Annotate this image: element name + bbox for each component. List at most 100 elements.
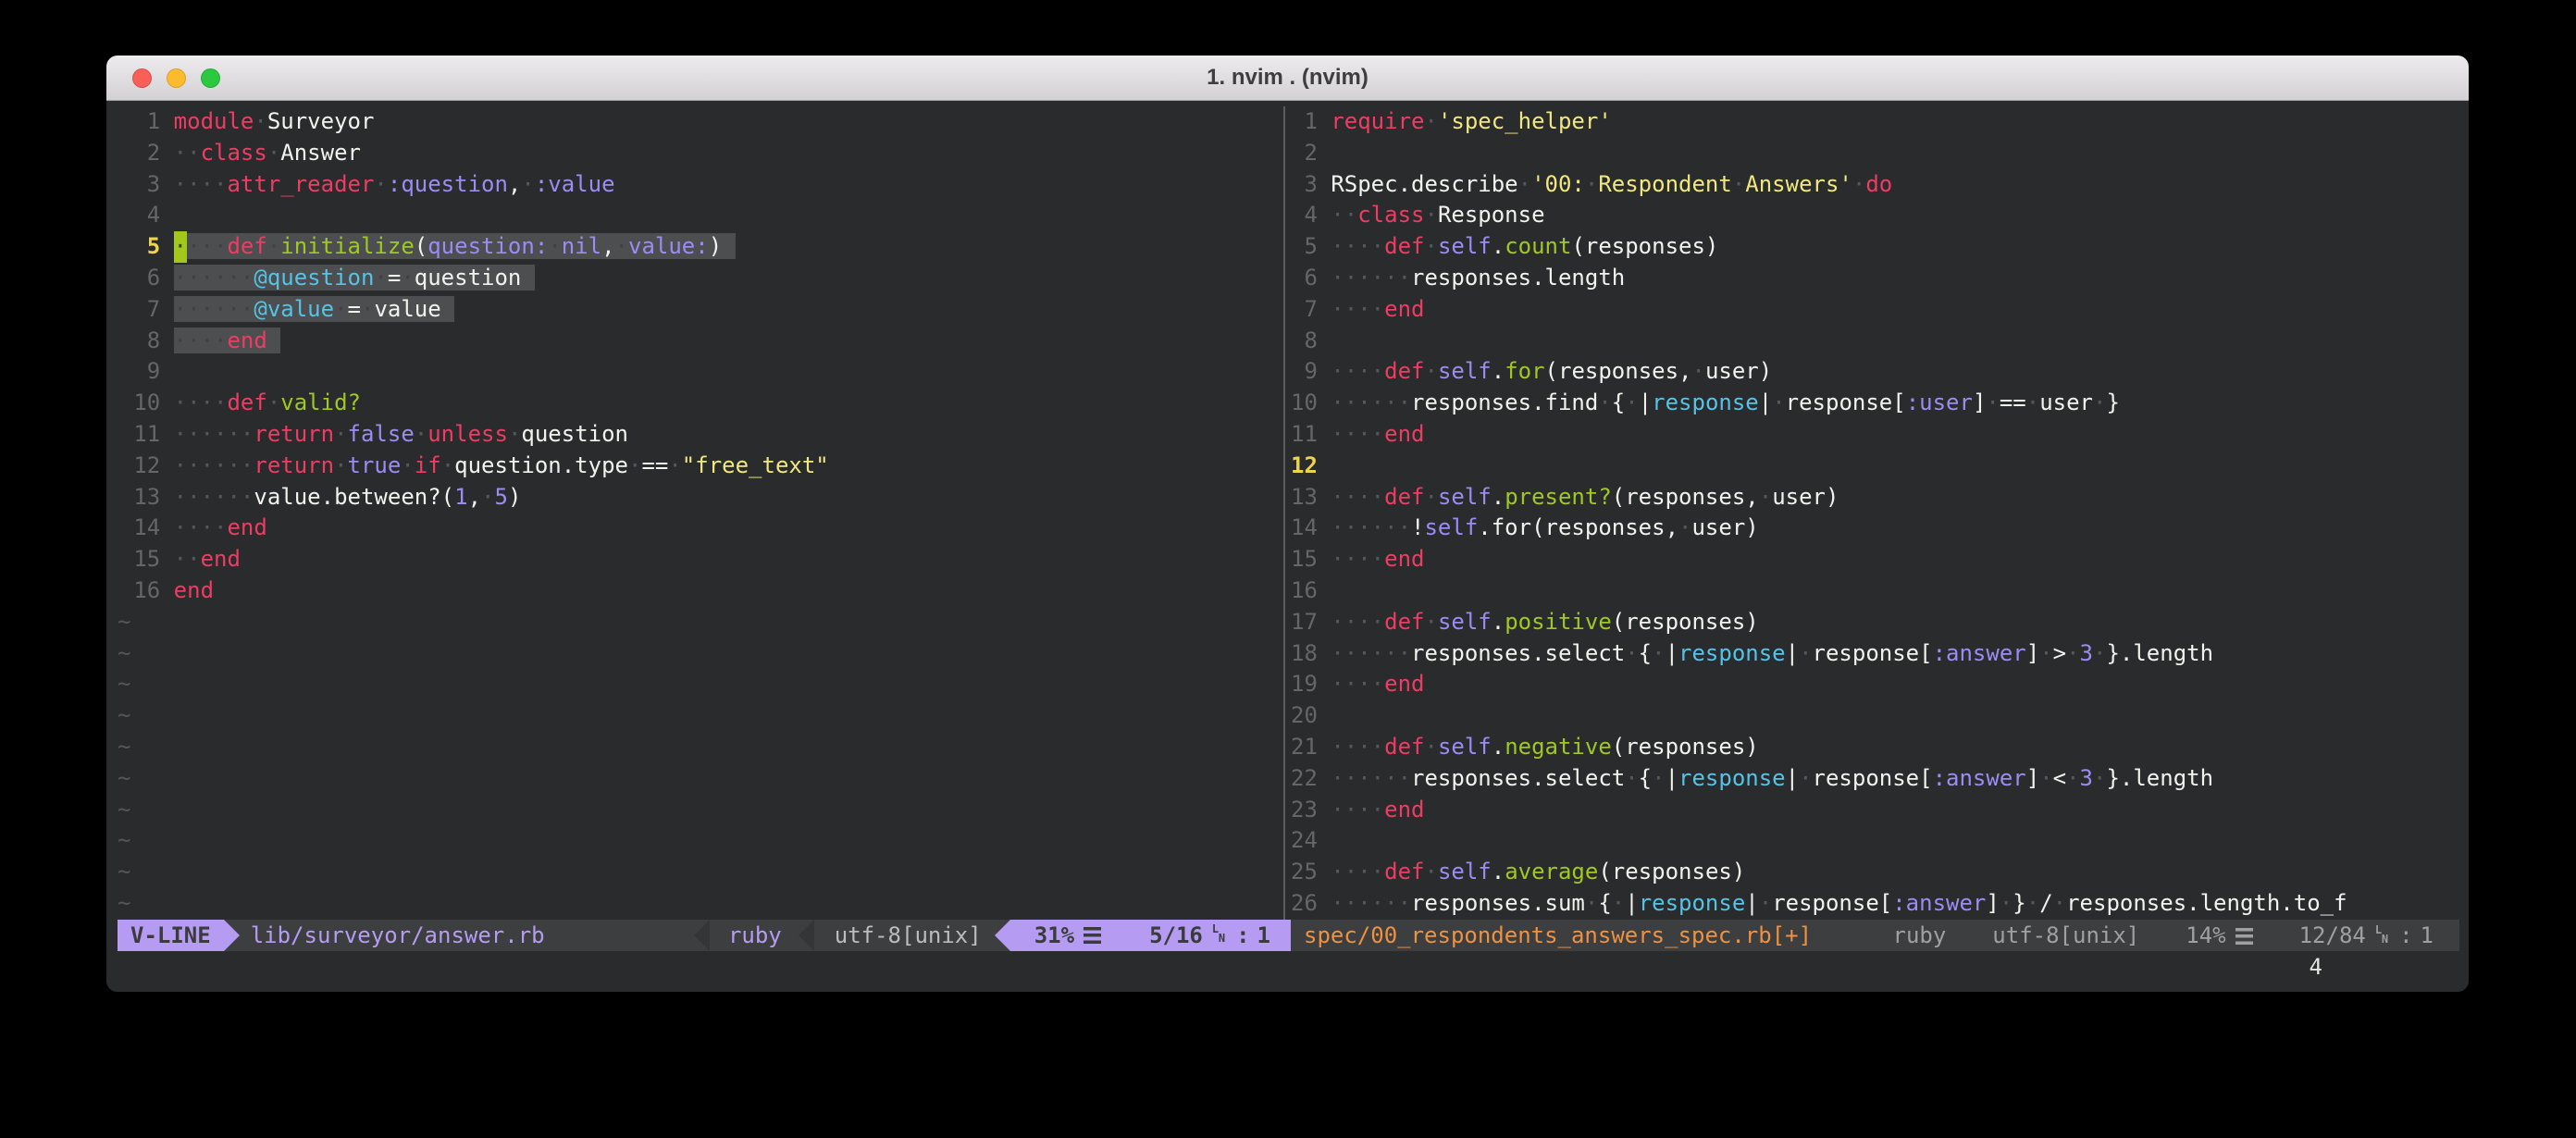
code-line: 15····end [1291,544,2459,575]
empty-buffer-line: ~ [118,888,1278,920]
empty-buffer-line: ~ [118,825,1278,857]
line-number: 8 [118,326,160,357]
minimize-button[interactable] [167,68,186,88]
code-line: 12······return·true·if·question.type·==·… [118,451,1278,482]
line-number: 1 [118,106,160,138]
line-number: 14 [118,513,160,544]
line-number: 12 [1291,451,1318,482]
code-line: 4··class·Response [1291,200,2459,231]
code-line: 14····end [118,513,1278,544]
line-number: 11 [1291,419,1318,451]
line-number: 1 [1291,106,1318,138]
code-line: 22······responses.select·{·|response|·re… [1291,763,2459,795]
command-line[interactable]: 4 [118,951,2459,983]
line-number: 5 [1291,231,1318,263]
powerline-arrow-icon [694,920,710,951]
line-number: 2 [1291,138,1318,169]
line-number: 21 [1291,732,1318,763]
code-line: 13······value.between?(1,·5) [118,482,1278,513]
empty-buffer-line: ~ [118,763,1278,795]
line-number: 16 [118,575,160,607]
visual-selection: ······@value·=·value [174,296,454,322]
code-line: 19····end [1291,669,2459,700]
line-number: 26 [1291,888,1318,920]
code-line: 14······!self.for(responses,·user) [1291,513,2459,544]
code-line: 10······responses.find·{·|response|·resp… [1291,388,2459,419]
code-line: 16end [118,575,1278,607]
code-line: 18······responses.select·{·|response|·re… [1291,638,2459,670]
line-number: 3 [1291,169,1318,201]
code-line: 8 ····end [118,326,1278,357]
traffic-lights [132,56,220,100]
cursor-position-right: 12/84LN:1 [2299,922,2434,948]
scroll-percent: 31% [1034,922,1074,948]
line-number: 2 [118,138,160,169]
zoom-button[interactable] [201,68,220,88]
code-line: 25····def·self.average(responses) [1291,857,2459,888]
line-number: 5 [118,231,160,263]
close-button[interactable] [132,68,152,88]
code-line: 5····def·initialize(question:·nil,·value… [118,231,1278,263]
cursor-position: 5/16 [1149,922,1203,948]
code-line: 9····def·self.for(responses,·user) [1291,356,2459,388]
lines-icon [1084,927,1101,944]
mode-indicator: V-LINE [118,920,224,951]
line-number-icon: LN [2375,925,2388,944]
title-bar[interactable]: 1. nvim . (nvim) [106,56,2469,101]
line-number: 9 [118,356,160,388]
line-number: 6 [118,263,160,294]
column-separator: : [1236,922,1249,948]
empty-buffer-line: ~ [118,732,1278,763]
line-number: 4 [1291,200,1318,231]
line-number: 18 [1291,638,1318,670]
editor-pane-right[interactable]: 1require·'spec_helper'23RSpec.describe·'… [1291,106,2459,920]
powerline-arrow-icon [224,920,240,951]
line-number-icon: LN [1212,924,1225,943]
line-number: 10 [1291,388,1318,419]
nvim-editor: 1module·Surveyor2··class·Answer3····attr… [106,101,2469,992]
line-number: 14 [1291,513,1318,544]
line-number: 9 [1291,356,1318,388]
cursor-column: 1 [1257,922,1270,948]
empty-buffer-line: ~ [118,638,1278,670]
encoding-right: utf-8[unix] [1992,922,2139,948]
line-number: 15 [118,544,160,575]
window-title: 1. nvim . (nvim) [1207,65,1368,91]
line-number: 7 [118,294,160,326]
line-number: 20 [1291,700,1318,732]
empty-buffer-line: ~ [118,607,1278,638]
empty-buffer-line: ~ [118,795,1278,826]
powerline-arrow-icon [799,920,814,951]
powerline-arrow-icon [995,920,1010,951]
code-line: 11······return·false·unless·question [118,419,1278,451]
code-line: 17····def·self.positive(responses) [1291,607,2459,638]
filename-right: spec/00_respondents_answers_spec.rb[+] [1304,922,1812,948]
code-line: 9 [118,356,1278,388]
code-line: 1module·Surveyor [118,106,1278,138]
visual-selection: ······@question·=·question [174,265,535,291]
editor-pane-left[interactable]: 1module·Surveyor2··class·Answer3····attr… [118,106,1278,920]
filetype-right: ruby [1893,922,1947,948]
visual-cursor: · [174,231,187,263]
line-number: 13 [118,482,160,513]
line-number: 7 [1291,294,1318,326]
code-line: 24 [1291,825,2459,857]
code-line: 8 [1291,326,2459,357]
code-line: 13····def·self.present?(responses,·user) [1291,482,2459,513]
encoding-left: utf-8[unix] [814,922,985,948]
line-number: 24 [1291,825,1318,857]
code-line: 2··class·Answer [118,138,1278,169]
line-number: 17 [1291,607,1318,638]
line-number: 10 [118,388,160,419]
vertical-window-separator[interactable] [1278,106,1291,920]
empty-buffer-line: ~ [118,700,1278,732]
code-line: 3RSpec.describe·'00:·Respondent·Answers'… [1291,169,2459,201]
visual-selection: ····end [174,328,281,353]
code-line: 16 [1291,575,2459,607]
code-line: 3····attr_reader·:question,·:value [118,169,1278,201]
line-number: 15 [1291,544,1318,575]
line-number: 23 [1291,795,1318,826]
code-line: 26······responses.sum·{·|response|·respo… [1291,888,2459,920]
code-line: 5····def·self.count(responses) [1291,231,2459,263]
code-line: 12 [1291,451,2459,482]
